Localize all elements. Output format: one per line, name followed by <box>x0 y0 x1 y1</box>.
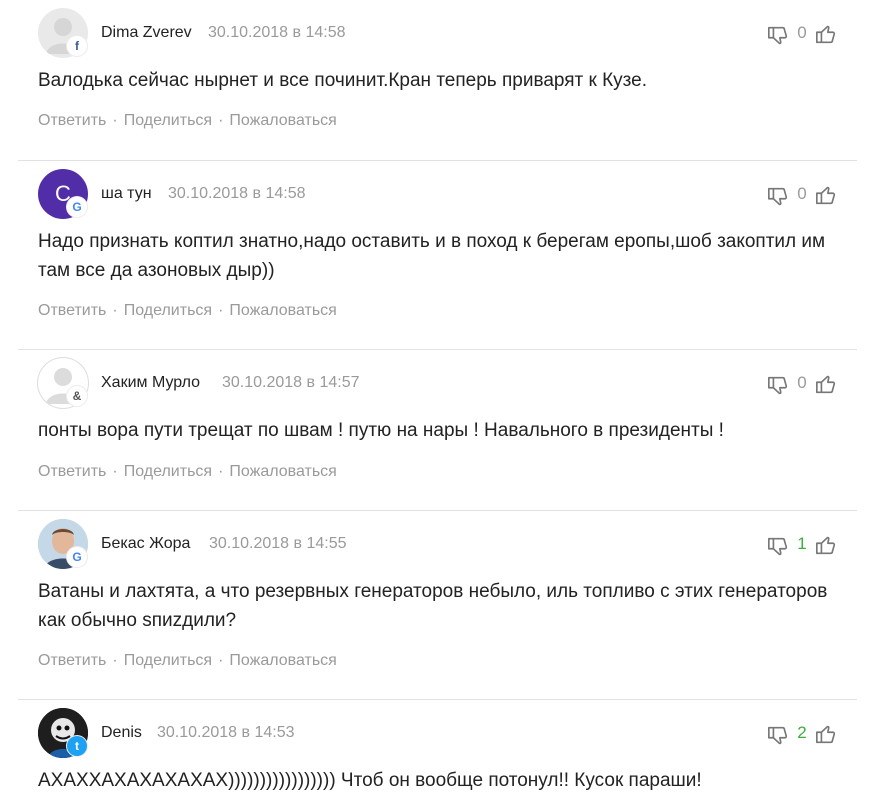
like-icon[interactable] <box>815 185 837 207</box>
comment-date: 30.10.2018 в 14:57 <box>222 374 360 391</box>
vote-controls: 1 <box>767 533 837 559</box>
likes-count: 0 <box>797 373 807 392</box>
report-link[interactable]: Пожаловаться <box>229 463 336 480</box>
author-name[interactable]: Хаким Мурло <box>101 374 200 392</box>
dislike-icon[interactable] <box>767 374 789 396</box>
report-link[interactable]: Пожаловаться <box>229 652 336 669</box>
comment-date: 30.10.2018 в 14:55 <box>209 535 347 552</box>
like-icon[interactable] <box>815 24 837 46</box>
vote-controls: 2 <box>767 722 837 748</box>
share-link[interactable]: Поделиться <box>124 652 212 669</box>
likes-count: 0 <box>797 184 807 203</box>
dislike-icon[interactable] <box>767 24 789 46</box>
vote-controls: 0 <box>767 183 837 209</box>
reply-link[interactable]: Ответить <box>38 302 106 319</box>
comment-actions: Ответить · Поделиться · Пожаловаться <box>38 463 337 481</box>
ampersand-icon: & <box>67 386 87 406</box>
comment-text: Ватаны и лахтята, а что резервных генера… <box>38 581 828 631</box>
author-name[interactable]: Denis <box>101 724 142 742</box>
google-icon: G <box>67 197 87 217</box>
facebook-icon: f <box>67 36 87 56</box>
separator: · <box>112 463 118 480</box>
comment-text: Надо признать коптил знатно,надо оставит… <box>38 231 826 281</box>
twitter-icon: t <box>67 736 87 756</box>
comment-date: 30.10.2018 в 14:58 <box>208 24 346 41</box>
comment-actions: Ответить · Поделиться · Пожаловаться <box>38 652 337 670</box>
likes-count: 2 <box>797 723 807 742</box>
reply-link[interactable]: Ответить <box>38 112 106 129</box>
comment: t Denis 30.10.2018 в 14:53 2 АХАХХАХАХАХ… <box>0 700 875 798</box>
report-link[interactable]: Пожаловаться <box>229 112 336 129</box>
comment-date: 30.10.2018 в 14:58 <box>168 185 306 202</box>
comment: f Dima Zverev 30.10.2018 в 14:58 0 Валод… <box>0 0 875 161</box>
author-name[interactable]: Dima Zverev <box>101 24 192 42</box>
separator: · <box>218 652 224 669</box>
vote-controls: 0 <box>767 22 837 48</box>
separator: · <box>112 112 118 129</box>
separator: · <box>112 652 118 669</box>
comment-actions: Ответить · Поделиться · Пожаловаться <box>38 302 337 320</box>
dislike-icon[interactable] <box>767 724 789 746</box>
comment: G Бекас Жора 30.10.2018 в 14:55 1 Ватаны… <box>0 511 875 700</box>
google-icon: G <box>67 547 87 567</box>
comment-text: Валодька сейчас нырнет и все починит.Кра… <box>38 70 648 91</box>
reply-link[interactable]: Ответить <box>38 652 106 669</box>
like-icon[interactable] <box>815 374 837 396</box>
dislike-icon[interactable] <box>767 185 789 207</box>
separator: · <box>218 302 224 319</box>
dislike-icon[interactable] <box>767 535 789 557</box>
separator: · <box>218 112 224 129</box>
comment: & Хаким Мурло 30.10.2018 в 14:57 0 понты… <box>0 350 875 511</box>
comment-text: понты вора пути трещат по швам ! путю на… <box>38 420 724 441</box>
comment: С G ша тун 30.10.2018 в 14:58 0 Надо при… <box>0 161 875 350</box>
like-icon[interactable] <box>815 535 837 557</box>
likes-count: 0 <box>797 23 807 42</box>
report-link[interactable]: Пожаловаться <box>229 302 336 319</box>
separator: · <box>112 302 118 319</box>
likes-count: 1 <box>797 534 807 553</box>
comment-actions: Ответить · Поделиться · Пожаловаться <box>38 112 337 130</box>
author-name[interactable]: ша тун <box>101 185 152 203</box>
share-link[interactable]: Поделиться <box>124 302 212 319</box>
author-name[interactable]: Бекас Жора <box>101 535 190 553</box>
vote-controls: 0 <box>767 372 837 398</box>
like-icon[interactable] <box>815 724 837 746</box>
separator: · <box>218 463 224 480</box>
reply-link[interactable]: Ответить <box>38 463 106 480</box>
share-link[interactable]: Поделиться <box>124 112 212 129</box>
share-link[interactable]: Поделиться <box>124 463 212 480</box>
comment-date: 30.10.2018 в 14:53 <box>157 724 295 741</box>
comment-text: АХАХХАХАХАХАХАХ))))))))))))))))) Чтоб он… <box>38 770 702 791</box>
